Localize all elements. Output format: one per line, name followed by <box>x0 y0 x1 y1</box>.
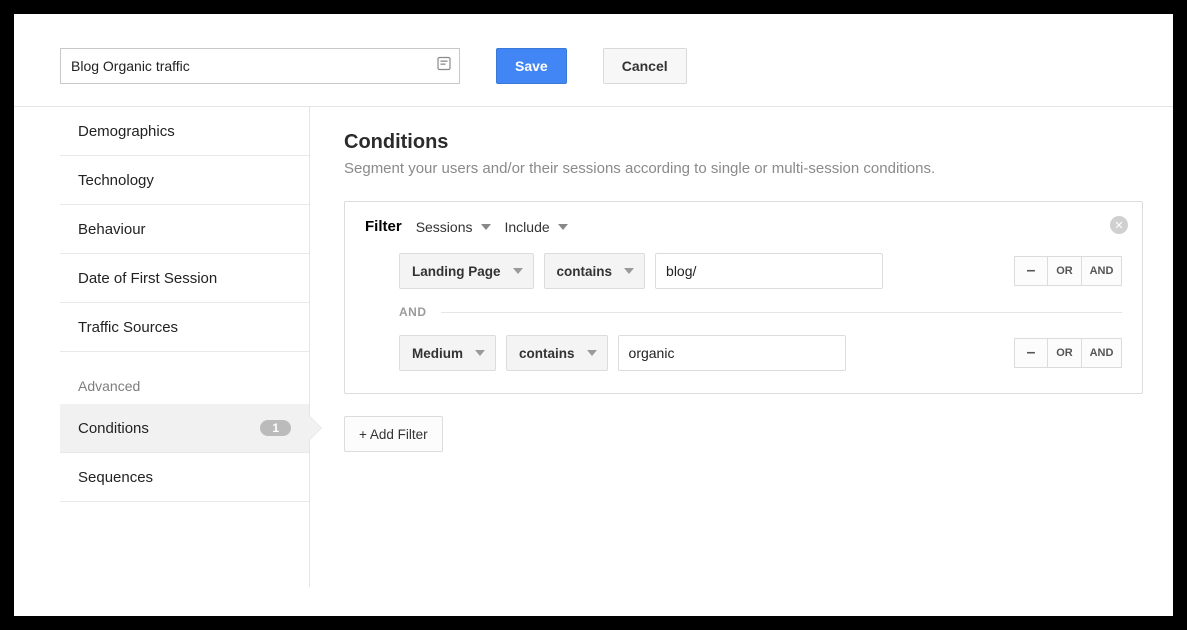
sidebar-item-demographics[interactable]: Demographics <box>60 107 309 156</box>
operator-value: contains <box>519 346 575 361</box>
sidebar-item-label: Traffic Sources <box>78 319 178 336</box>
and-button[interactable]: AND <box>1082 256 1122 286</box>
scope-value: Sessions <box>416 219 473 235</box>
save-button[interactable]: Save <box>496 48 567 84</box>
sidebar-item-label: Date of First Session <box>78 270 217 287</box>
and-button[interactable]: AND <box>1082 338 1122 368</box>
count-badge: 1 <box>260 420 291 436</box>
value-input[interactable] <box>618 335 846 371</box>
mode-dropdown[interactable]: Include <box>505 219 568 235</box>
row-ops: – OR AND <box>1014 338 1122 368</box>
chevron-down-icon <box>624 268 634 274</box>
row-ops: – OR AND <box>1014 256 1122 286</box>
or-button[interactable]: OR <box>1048 338 1082 368</box>
sidebar-item-behaviour[interactable]: Behaviour <box>60 205 309 254</box>
sidebar-item-label: Demographics <box>78 123 175 140</box>
sidebar-heading-advanced: Advanced <box>60 352 309 404</box>
dimension-value: Medium <box>412 346 463 361</box>
mode-value: Include <box>505 219 550 235</box>
top-bar: Save Cancel <box>14 14 1173 106</box>
and-label: AND <box>399 305 427 319</box>
dimension-dropdown[interactable]: Medium <box>399 335 496 371</box>
segment-name-input[interactable] <box>60 48 460 84</box>
sidebar-item-technology[interactable]: Technology <box>60 156 309 205</box>
remove-row-button[interactable]: – <box>1014 338 1048 368</box>
or-button[interactable]: OR <box>1048 256 1082 286</box>
operator-dropdown[interactable]: contains <box>506 335 608 371</box>
sidebar-item-sequences[interactable]: Sequences <box>60 453 309 502</box>
close-icon[interactable]: ✕ <box>1110 216 1128 234</box>
chevron-down-icon <box>481 224 491 230</box>
filter-box: ✕ Filter Sessions Include <box>344 201 1143 394</box>
chevron-down-icon <box>587 350 597 356</box>
sidebar-item-first-session[interactable]: Date of First Session <box>60 254 309 303</box>
segment-name-wrap <box>60 48 460 84</box>
condition-row: Landing Page contains – OR AND <box>365 253 1122 289</box>
value-input[interactable] <box>655 253 883 289</box>
chevron-down-icon <box>475 350 485 356</box>
sidebar-item-label: Conditions <box>78 420 149 437</box>
panel-subtitle: Segment your users and/or their sessions… <box>344 160 1143 177</box>
filter-header: Filter Sessions Include <box>365 218 1122 235</box>
scope-dropdown[interactable]: Sessions <box>416 219 491 235</box>
sidebar-item-label: Sequences <box>78 469 153 486</box>
operator-value: contains <box>557 264 613 279</box>
sidebar-item-traffic-sources[interactable]: Traffic Sources <box>60 303 309 352</box>
dimension-dropdown[interactable]: Landing Page <box>399 253 534 289</box>
dimension-value: Landing Page <box>412 264 501 279</box>
chevron-down-icon <box>558 224 568 230</box>
operator-dropdown[interactable]: contains <box>544 253 646 289</box>
sidebar-item-label: Behaviour <box>78 221 146 238</box>
filter-label: Filter <box>365 218 402 235</box>
sidebar-item-label: Technology <box>78 172 154 189</box>
and-separator: AND <box>365 289 1122 335</box>
condition-row: Medium contains – OR AND <box>365 335 1122 371</box>
cancel-button[interactable]: Cancel <box>603 48 687 84</box>
card-icon <box>436 56 452 77</box>
remove-row-button[interactable]: – <box>1014 256 1048 286</box>
panel-title: Conditions <box>344 131 1143 154</box>
separator-line <box>441 312 1123 313</box>
chevron-down-icon <box>513 268 523 274</box>
main-panel: Conditions Segment your users and/or the… <box>310 107 1173 587</box>
add-filter-button[interactable]: + Add Filter <box>344 416 443 452</box>
sidebar-item-conditions[interactable]: Conditions 1 <box>60 404 309 453</box>
sidebar: Demographics Technology Behaviour Date o… <box>14 107 310 587</box>
